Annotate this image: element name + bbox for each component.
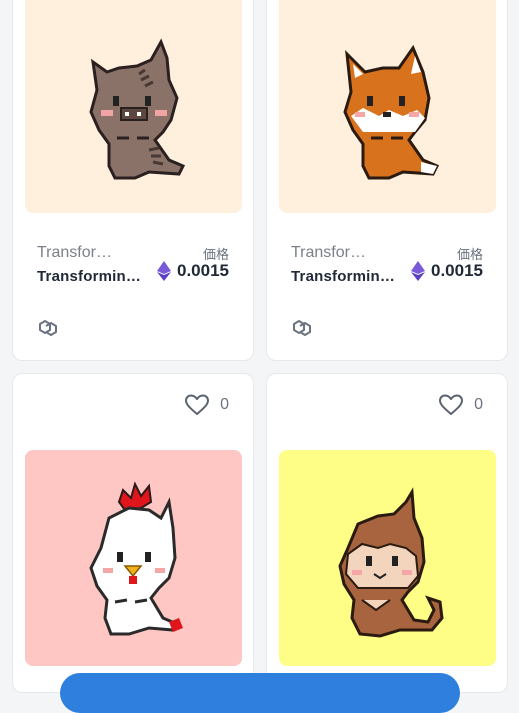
nft-card[interactable]: Transfor… Transformin… 価格 0.0015 bbox=[266, 0, 508, 361]
price-value: 0.0015 bbox=[177, 261, 229, 280]
nft-image[interactable] bbox=[25, 0, 242, 213]
heart-icon[interactable] bbox=[438, 393, 464, 417]
like-count: 0 bbox=[474, 396, 483, 413]
like-button[interactable]: 0 bbox=[438, 393, 483, 417]
nft-name[interactable]: Transformin… bbox=[291, 268, 395, 285]
bottom-action-button[interactable] bbox=[60, 673, 460, 713]
like-button[interactable]: 0 bbox=[184, 393, 229, 417]
price-value: 0.0015 bbox=[431, 261, 483, 280]
boar-character-image bbox=[88, 38, 185, 180]
heart-icon[interactable] bbox=[184, 393, 210, 417]
ethereum-icon bbox=[411, 261, 425, 281]
nft-card[interactable]: 0 bbox=[266, 373, 508, 693]
rooster-character-image bbox=[88, 481, 183, 636]
collection-name[interactable]: Transfor… bbox=[291, 244, 366, 262]
nft-card[interactable]: Transfor… Transformin… 価格 0.0015 bbox=[12, 0, 254, 361]
nft-image[interactable] bbox=[279, 0, 496, 213]
collection-name[interactable]: Transfor… bbox=[37, 244, 112, 262]
price: 0.0015 bbox=[157, 261, 229, 281]
polygon-icon bbox=[39, 320, 57, 336]
ethereum-icon bbox=[157, 261, 171, 281]
like-count: 0 bbox=[220, 396, 229, 413]
fox-character-image bbox=[342, 44, 439, 180]
monkey-character-image bbox=[337, 487, 444, 638]
nft-image[interactable] bbox=[279, 450, 496, 666]
price: 0.0015 bbox=[411, 261, 483, 281]
polygon-icon bbox=[293, 320, 311, 336]
nft-image[interactable] bbox=[25, 450, 242, 666]
nft-card[interactable]: 0 bbox=[12, 373, 254, 693]
nft-name[interactable]: Transformin… bbox=[37, 268, 141, 285]
